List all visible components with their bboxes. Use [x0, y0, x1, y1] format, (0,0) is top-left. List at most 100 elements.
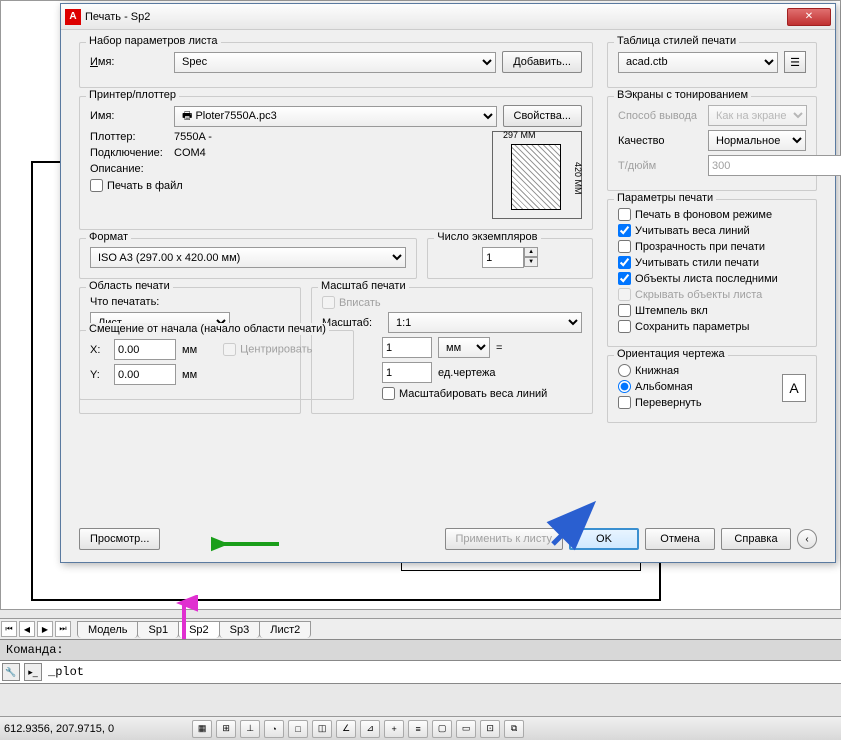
sb-ducs-icon[interactable]: ⊿	[360, 720, 380, 738]
portrait-radio[interactable]	[618, 364, 631, 377]
sb-otrack-icon[interactable]: ∠	[336, 720, 356, 738]
y-unit: мм	[182, 369, 197, 381]
opt-lw-checkbox[interactable]	[618, 224, 631, 237]
sb-lw-icon[interactable]: ≡	[408, 720, 428, 738]
plot-options-group: Параметры печати Печать в фоновом режиме…	[607, 199, 817, 347]
titlebar[interactable]: A Печать - Sp2 ✕	[61, 4, 835, 30]
cancel-button[interactable]: Отмена	[645, 528, 715, 550]
scale-select[interactable]: 1:1	[388, 312, 582, 333]
x-input[interactable]	[114, 339, 176, 360]
y-input[interactable]	[114, 364, 176, 385]
scale-unit2-input[interactable]	[382, 362, 432, 383]
opt-hide-label: Скрывать объекты листа	[635, 289, 762, 301]
ok-button[interactable]: OK	[569, 528, 639, 550]
upside-label: Перевернуть	[635, 397, 702, 409]
command-input[interactable]	[44, 662, 841, 682]
printer-name-select[interactable]: 🖶 Ploter7550A.pc3	[174, 106, 497, 127]
sb-qp-icon[interactable]: ▭	[456, 720, 476, 738]
copies-down[interactable]: ▼	[524, 257, 538, 267]
pagesetup-name-label: Имя:	[90, 56, 168, 68]
scale-unit1-select[interactable]: мм	[438, 337, 490, 358]
print-to-file-checkbox[interactable]	[90, 179, 103, 192]
tab-last-button[interactable]: ⏭	[55, 621, 71, 637]
sb-am-icon[interactable]: ⧉	[504, 720, 524, 738]
viewport-legend: ВЭкраны с тонированием	[614, 89, 751, 101]
plotter-value: 7550A -	[174, 131, 212, 143]
y-label: Y:	[90, 369, 108, 381]
printer-name-label: Имя:	[90, 110, 168, 122]
scale-unit1-input[interactable]	[382, 337, 432, 358]
scale-lw-label: Масштабировать веса линий	[399, 388, 547, 400]
sb-transp-icon[interactable]: ▢	[432, 720, 452, 738]
plot-dialog: A Печать - Sp2 ✕ Набор параметров листа …	[60, 3, 836, 563]
preview-button[interactable]: Просмотр...	[79, 528, 160, 550]
command-area: Команда: 🔧 ▸_	[0, 639, 841, 684]
tab-first-button[interactable]: ⏮	[1, 621, 17, 637]
tab-sp3[interactable]: Sp3	[219, 621, 261, 638]
plot-style-select[interactable]: acad.ctb	[618, 52, 778, 73]
scale-label: Масштаб:	[322, 317, 382, 329]
quality-label: Качество	[618, 135, 702, 147]
what-to-plot-label: Что печатать:	[90, 296, 290, 308]
cmd-prompt-icon: ▸_	[24, 663, 42, 681]
printer-props-button[interactable]: Свойства...	[503, 105, 582, 127]
sb-polar-icon[interactable]: ◔	[264, 720, 284, 738]
tab-sp1[interactable]: Sp1	[137, 621, 179, 638]
plot-scale-legend: Масштаб печати	[318, 280, 409, 292]
copies-up[interactable]: ▲	[524, 247, 538, 257]
opt-transp-checkbox[interactable]	[618, 240, 631, 253]
paper-legend: Формат	[86, 231, 131, 243]
page-setup-legend: Набор параметров листа	[86, 35, 221, 47]
sb-sc-icon[interactable]: ⊡	[480, 720, 500, 738]
center-label: Центрировать	[240, 343, 312, 355]
fit-checkbox	[322, 296, 335, 309]
offset-legend: Смещение от начала (начало области печат…	[86, 323, 329, 335]
plot-style-group: Таблица стилей печати acad.ctb ☰	[607, 42, 817, 88]
drawing-units-label: ед.чертежа	[438, 367, 495, 379]
paper-width-label: 297 MM	[503, 130, 536, 140]
annotation-arrow-green	[211, 532, 281, 556]
opt-styles-checkbox[interactable]	[618, 256, 631, 269]
x-unit: мм	[182, 344, 197, 356]
add-pagesetup-button[interactable]: Добавить...	[502, 51, 582, 73]
expand-button[interactable]: ‹	[797, 529, 817, 549]
sb-ortho-icon[interactable]: ⊥	[240, 720, 260, 738]
opt-bg-checkbox[interactable]	[618, 208, 631, 221]
paper-size-select[interactable]: ISO A3 (297.00 x 420.00 мм)	[90, 247, 406, 268]
plot-options-legend: Параметры печати	[614, 192, 716, 204]
sb-osnap-icon[interactable]: □	[288, 720, 308, 738]
coords-readout: 612.9356, 207.9715, 0	[4, 723, 114, 735]
close-button[interactable]: ✕	[787, 8, 831, 26]
plot-style-edit-button[interactable]: ☰	[784, 51, 806, 73]
pagesetup-name-select[interactable]: Spec	[174, 52, 496, 73]
opt-stamp-checkbox[interactable]	[618, 304, 631, 317]
upside-checkbox[interactable]	[618, 396, 631, 409]
opt-save-checkbox[interactable]	[618, 320, 631, 333]
tab-prev-button[interactable]: ◀	[19, 621, 35, 637]
tab-list2[interactable]: Лист2	[259, 621, 311, 638]
orientation-legend: Ориентация чертежа	[614, 348, 728, 360]
tab-next-button[interactable]: ▶	[37, 621, 53, 637]
copies-input[interactable]	[482, 247, 524, 268]
tab-model[interactable]: Модель	[77, 621, 138, 638]
opt-bg-label: Печать в фоновом режиме	[635, 209, 772, 221]
scale-lw-checkbox[interactable]	[382, 387, 395, 400]
opt-last-checkbox[interactable]	[618, 272, 631, 285]
landscape-radio[interactable]	[618, 380, 631, 393]
help-button[interactable]: Справка	[721, 528, 791, 550]
wrench-icon[interactable]: 🔧	[2, 663, 20, 681]
fit-label: Вписать	[339, 297, 381, 309]
sb-grid-icon[interactable]: ▦	[192, 720, 212, 738]
opt-styles-label: Учитывать стили печати	[635, 257, 759, 269]
quality-select[interactable]: Нормальное	[708, 130, 806, 151]
opt-hide-checkbox	[618, 288, 631, 301]
tab-sp2[interactable]: Sp2	[178, 621, 220, 638]
printer-legend: Принтер/плоттер	[86, 89, 179, 101]
sb-dyn-icon[interactable]: +	[384, 720, 404, 738]
orientation-icon: A	[782, 374, 806, 402]
opt-last-label: Объекты листа последними	[635, 273, 778, 285]
sb-snap-icon[interactable]: ⊞	[216, 720, 236, 738]
command-history-line: Команда:	[0, 639, 841, 660]
sb-3dosnap-icon[interactable]: ◫	[312, 720, 332, 738]
opt-transp-label: Прозрачность при печати	[635, 241, 765, 253]
